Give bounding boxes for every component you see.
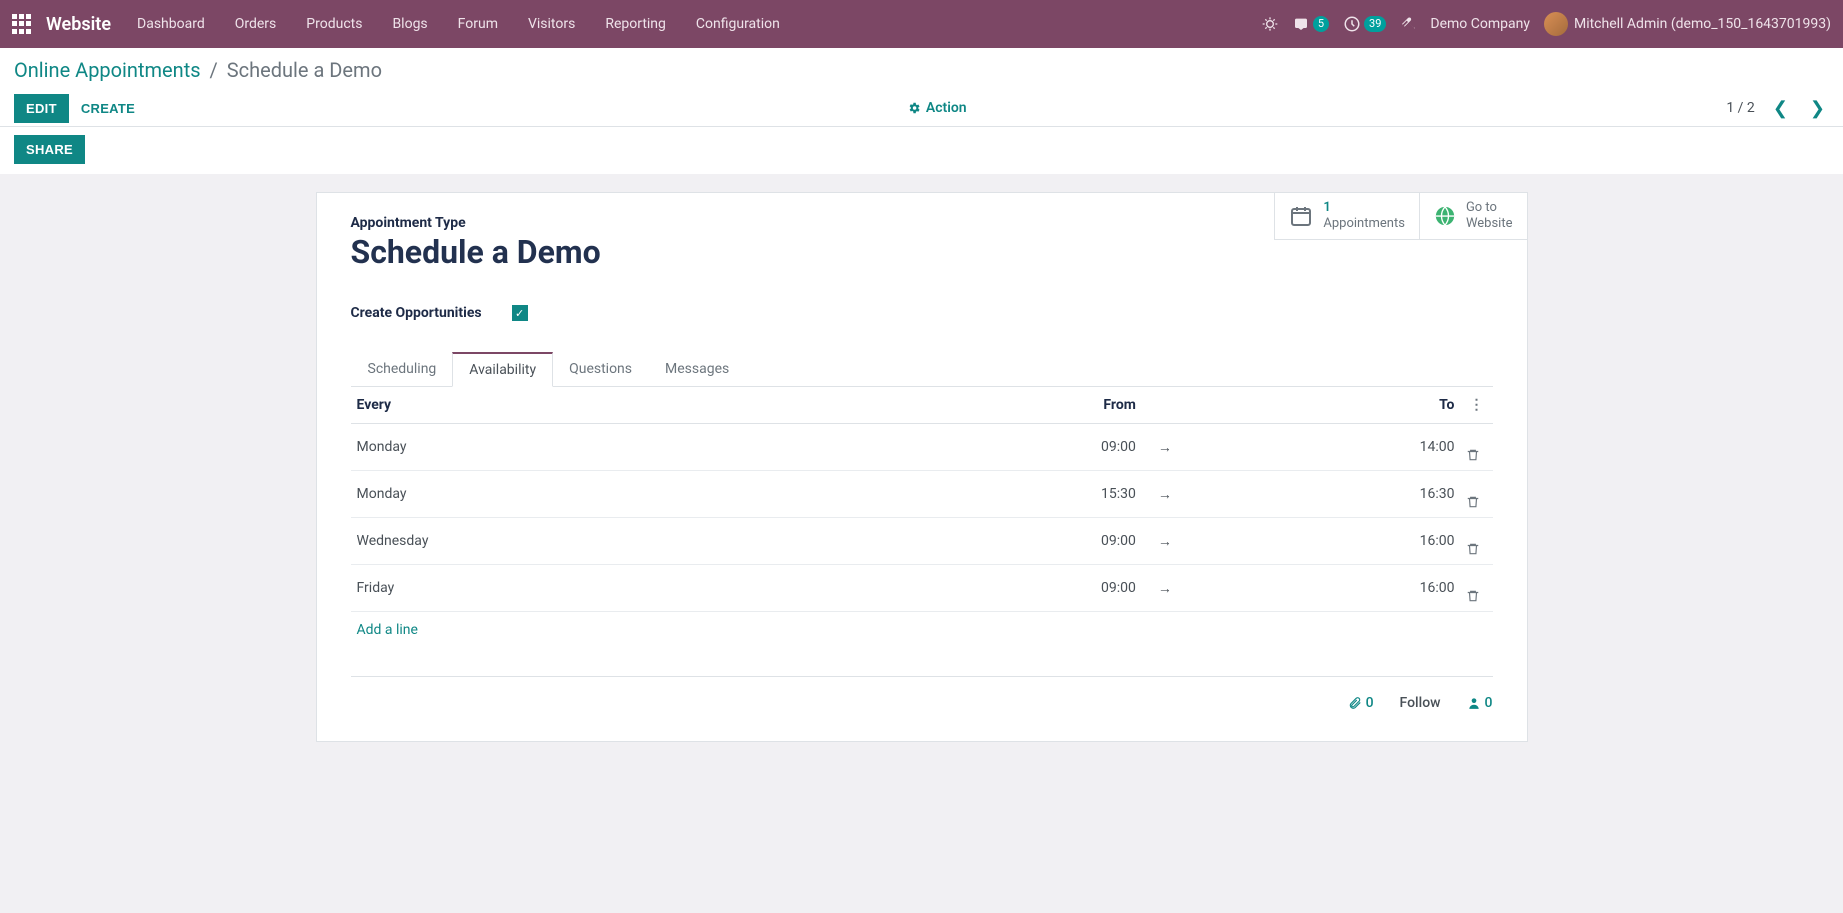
col-every: Every bbox=[351, 387, 860, 424]
tab-questions[interactable]: Questions bbox=[552, 352, 649, 387]
breadcrumb-separator: / bbox=[210, 58, 218, 82]
globe-icon bbox=[1434, 205, 1456, 227]
attachments-count[interactable]: 0 bbox=[1348, 695, 1374, 711]
menu-dashboard[interactable]: Dashboard bbox=[137, 16, 205, 32]
add-line-link[interactable]: Add a line bbox=[351, 612, 1493, 648]
arrow-right-icon: → bbox=[1158, 580, 1172, 597]
stat-goto-website[interactable]: Go to Website bbox=[1419, 192, 1528, 240]
pager: 1 / 2 ❮ ❯ bbox=[1726, 98, 1829, 119]
col-from: From bbox=[859, 387, 1142, 424]
stat-appointments-label: Appointments bbox=[1323, 216, 1405, 232]
tab-availability[interactable]: Availability bbox=[452, 352, 553, 387]
action-dropdown[interactable]: Action bbox=[147, 100, 1726, 116]
stat-goto-label1: Go to bbox=[1466, 200, 1513, 216]
stat-appointments[interactable]: 1 Appointments bbox=[1274, 192, 1419, 240]
table-row[interactable]: Monday15:30 → 16:30 bbox=[351, 471, 1493, 518]
edit-button[interactable]: EDIT bbox=[14, 94, 69, 123]
column-options-icon[interactable]: ⋮ bbox=[1466, 397, 1486, 413]
breadcrumb-leaf: Schedule a Demo bbox=[227, 58, 382, 82]
person-icon bbox=[1467, 696, 1481, 710]
menu-reporting[interactable]: Reporting bbox=[605, 16, 666, 32]
breadcrumb-root[interactable]: Online Appointments bbox=[14, 58, 201, 82]
pager-next[interactable]: ❯ bbox=[1806, 98, 1829, 119]
cell-to: 16:00 bbox=[1178, 518, 1461, 565]
stat-buttons: 1 Appointments Go to Website bbox=[1274, 192, 1527, 240]
control-panel: Online Appointments / Schedule a Demo ED… bbox=[0, 48, 1843, 127]
menu-configuration[interactable]: Configuration bbox=[696, 16, 780, 32]
top-navbar: Website Dashboard Orders Products Blogs … bbox=[0, 0, 1843, 48]
share-button[interactable]: SHARE bbox=[14, 135, 85, 164]
tab-scheduling[interactable]: Scheduling bbox=[351, 352, 454, 387]
action-label: Action bbox=[926, 100, 967, 116]
menu-forum[interactable]: Forum bbox=[458, 16, 498, 32]
calendar-icon bbox=[1289, 204, 1313, 228]
main-menu: Dashboard Orders Products Blogs Forum Vi… bbox=[137, 16, 780, 32]
cell-to: 16:30 bbox=[1178, 471, 1461, 518]
follow-button[interactable]: Follow bbox=[1400, 695, 1441, 711]
arrow-right-icon: → bbox=[1158, 486, 1172, 503]
tabs: Scheduling Availability Questions Messag… bbox=[351, 351, 1493, 387]
stat-goto-label2: Website bbox=[1466, 216, 1513, 232]
cell-from: 09:00 bbox=[859, 518, 1142, 565]
table-row[interactable]: Wednesday09:00 → 16:00 bbox=[351, 518, 1493, 565]
create-opportunities-label: Create Opportunities bbox=[351, 305, 482, 321]
cell-from: 15:30 bbox=[859, 471, 1142, 518]
followers-count[interactable]: 0 bbox=[1467, 695, 1493, 711]
arrow-right-icon: → bbox=[1158, 533, 1172, 550]
user-menu[interactable]: Mitchell Admin (demo_150_1643701993) bbox=[1544, 12, 1831, 36]
gear-icon bbox=[907, 101, 921, 115]
menu-orders[interactable]: Orders bbox=[235, 16, 277, 32]
attachments-number: 0 bbox=[1366, 695, 1374, 711]
arrow-right-icon: → bbox=[1158, 439, 1172, 456]
cell-to: 16:00 bbox=[1178, 565, 1461, 612]
trash-icon[interactable] bbox=[1466, 495, 1486, 509]
tab-messages[interactable]: Messages bbox=[648, 352, 746, 387]
menu-visitors[interactable]: Visitors bbox=[528, 16, 575, 32]
activities-badge: 39 bbox=[1364, 16, 1386, 31]
messages-icon[interactable]: 5 bbox=[1292, 16, 1329, 32]
create-button[interactable]: CREATE bbox=[69, 94, 147, 123]
avatar-icon bbox=[1544, 12, 1568, 36]
messages-badge: 5 bbox=[1313, 16, 1329, 31]
share-row: SHARE bbox=[0, 127, 1843, 174]
cell-day: Friday bbox=[351, 565, 860, 612]
paperclip-icon bbox=[1348, 696, 1362, 710]
followers-number: 0 bbox=[1485, 695, 1493, 711]
menu-blogs[interactable]: Blogs bbox=[392, 16, 427, 32]
app-brand[interactable]: Website bbox=[46, 14, 111, 35]
pager-prev[interactable]: ❮ bbox=[1769, 98, 1792, 119]
cell-day: Monday bbox=[351, 424, 860, 471]
pager-text[interactable]: 1 / 2 bbox=[1726, 100, 1754, 116]
form-sheet: 1 Appointments Go to Website Appointment… bbox=[316, 192, 1528, 742]
stat-appointments-count: 1 bbox=[1323, 200, 1405, 216]
apps-grid-icon[interactable] bbox=[12, 14, 32, 34]
menu-products[interactable]: Products bbox=[306, 16, 362, 32]
breadcrumb: Online Appointments / Schedule a Demo bbox=[14, 58, 1829, 82]
cell-day: Monday bbox=[351, 471, 860, 518]
company-switcher[interactable]: Demo Company bbox=[1430, 16, 1530, 32]
cell-from: 09:00 bbox=[859, 424, 1142, 471]
col-to: To bbox=[1178, 387, 1461, 424]
followers-bar: 0 Follow 0 bbox=[351, 676, 1493, 711]
create-opportunities-checkbox[interactable]: ✓ bbox=[512, 305, 528, 321]
cell-to: 14:00 bbox=[1178, 424, 1461, 471]
cell-from: 09:00 bbox=[859, 565, 1142, 612]
cell-day: Wednesday bbox=[351, 518, 860, 565]
table-row[interactable]: Friday09:00 → 16:00 bbox=[351, 565, 1493, 612]
user-label: Mitchell Admin (demo_150_1643701993) bbox=[1574, 16, 1831, 32]
activities-icon[interactable]: 39 bbox=[1343, 15, 1386, 33]
bug-icon[interactable] bbox=[1262, 16, 1278, 32]
trash-icon[interactable] bbox=[1466, 448, 1486, 462]
trash-icon[interactable] bbox=[1466, 589, 1486, 603]
trash-icon[interactable] bbox=[1466, 542, 1486, 556]
table-row[interactable]: Monday09:00 → 14:00 bbox=[351, 424, 1493, 471]
availability-table: Every From To ⋮ Monday09:00→14:00Monday1… bbox=[351, 387, 1493, 612]
tools-icon[interactable] bbox=[1400, 16, 1416, 32]
